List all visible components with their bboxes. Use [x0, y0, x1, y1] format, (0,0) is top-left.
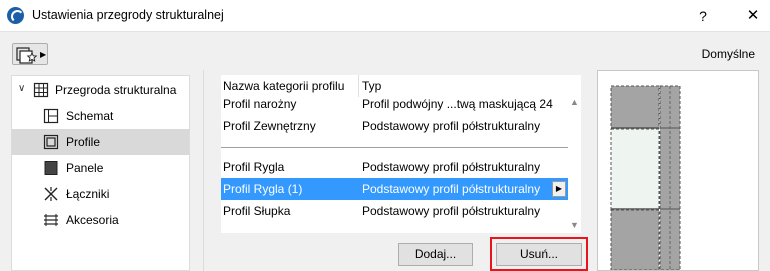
profile-type: Profil podwójny ...twą maskującą 24: [362, 97, 553, 111]
chevron-right-icon: ▶: [40, 50, 47, 59]
tree-item-junctions[interactable]: Łączniki: [12, 181, 189, 207]
favorites-button[interactable]: ▶: [12, 43, 48, 65]
table-row[interactable]: Profil Rygla Podstawowy profil półstrukt…: [221, 156, 568, 178]
profile-preview: [597, 70, 759, 271]
junction-icon: [44, 187, 58, 201]
tree-item-label: Przegroda strukturalna: [55, 83, 177, 97]
column-header-category[interactable]: Nazwa kategorii profilu: [223, 79, 344, 93]
tree-item-panels[interactable]: Panele: [12, 155, 189, 181]
list-scrollbar[interactable]: ▲ ▼: [568, 75, 581, 233]
table-row[interactable]: Profil Słupka Podstawowy profil półstruk…: [221, 200, 568, 222]
table-row[interactable]: Profil Zewnętrzny Podstawowy profil półs…: [221, 115, 568, 137]
tree-item-accessories[interactable]: Akcesoria: [12, 207, 189, 233]
tree-item-label: Łączniki: [66, 187, 110, 201]
profile-type: Podstawowy profil półstrukturalny: [362, 119, 541, 133]
profile-name: Profil Rygla (1): [223, 182, 303, 196]
delete-button[interactable]: Usuń...: [496, 243, 582, 266]
archicad-icon: [7, 7, 24, 24]
profile-name: Profil Zewnętrzny: [223, 119, 316, 133]
profile-type: Podstawowy profil półstrukturalny: [362, 204, 541, 218]
group-separator: [221, 147, 568, 148]
favorites-icon: [16, 47, 38, 64]
table-row[interactable]: Profil narożny Profil podwójny ...twą ma…: [221, 93, 568, 115]
title-bar: Ustawienia przegrody strukturalnej ? ✕: [0, 0, 770, 32]
profile-type: Podstawowy profil półstrukturalny: [362, 182, 541, 196]
tree-item-label: Panele: [66, 161, 104, 175]
profile-type: Podstawowy profil półstrukturalny: [362, 160, 541, 174]
scroll-down-icon[interactable]: ▼: [570, 220, 579, 230]
window-title: Ustawienia przegrody strukturalnej: [32, 8, 224, 22]
profile-name: Profil Słupka: [223, 204, 291, 218]
accessory-icon: [44, 214, 58, 226]
tree-item-label: Schemat: [66, 109, 114, 123]
profile-category-list: Nazwa kategorii profilu Typ Profil naroż…: [221, 75, 581, 233]
profile-name: Profil narożny: [223, 97, 297, 111]
profile-name: Profil Rygla: [223, 160, 285, 174]
type-popup-arrow-icon[interactable]: ▶: [552, 181, 566, 197]
add-button[interactable]: Dodaj...: [398, 243, 473, 266]
panel-icon: [44, 161, 58, 175]
table-row-selected[interactable]: Profil Rygla (1) Podstawowy profil półst…: [221, 178, 568, 200]
defaults-label: Domyślne: [701, 47, 755, 61]
scheme-icon: [43, 108, 59, 124]
curtain-wall-preview-image: [610, 85, 681, 271]
tree-item-curtain-wall[interactable]: ∨ Przegroda strukturalna: [12, 77, 189, 103]
tree-item-label: Akcesoria: [66, 213, 119, 227]
settings-tree: ∨ Przegroda strukturalna Schemat Profile…: [11, 75, 190, 271]
tree-item-label: Profile: [66, 135, 101, 149]
curtain-wall-icon: [33, 82, 49, 98]
tree-item-scheme[interactable]: Schemat: [12, 103, 189, 129]
profile-icon: [43, 134, 59, 150]
tree-item-profiles[interactable]: Profile: [12, 129, 189, 155]
chevron-down-icon[interactable]: ∨: [18, 83, 25, 94]
scroll-up-icon[interactable]: ▲: [570, 97, 579, 107]
close-button[interactable]: ✕: [736, 0, 770, 32]
help-button[interactable]: ?: [686, 0, 720, 32]
column-header-type[interactable]: Typ: [362, 79, 381, 93]
